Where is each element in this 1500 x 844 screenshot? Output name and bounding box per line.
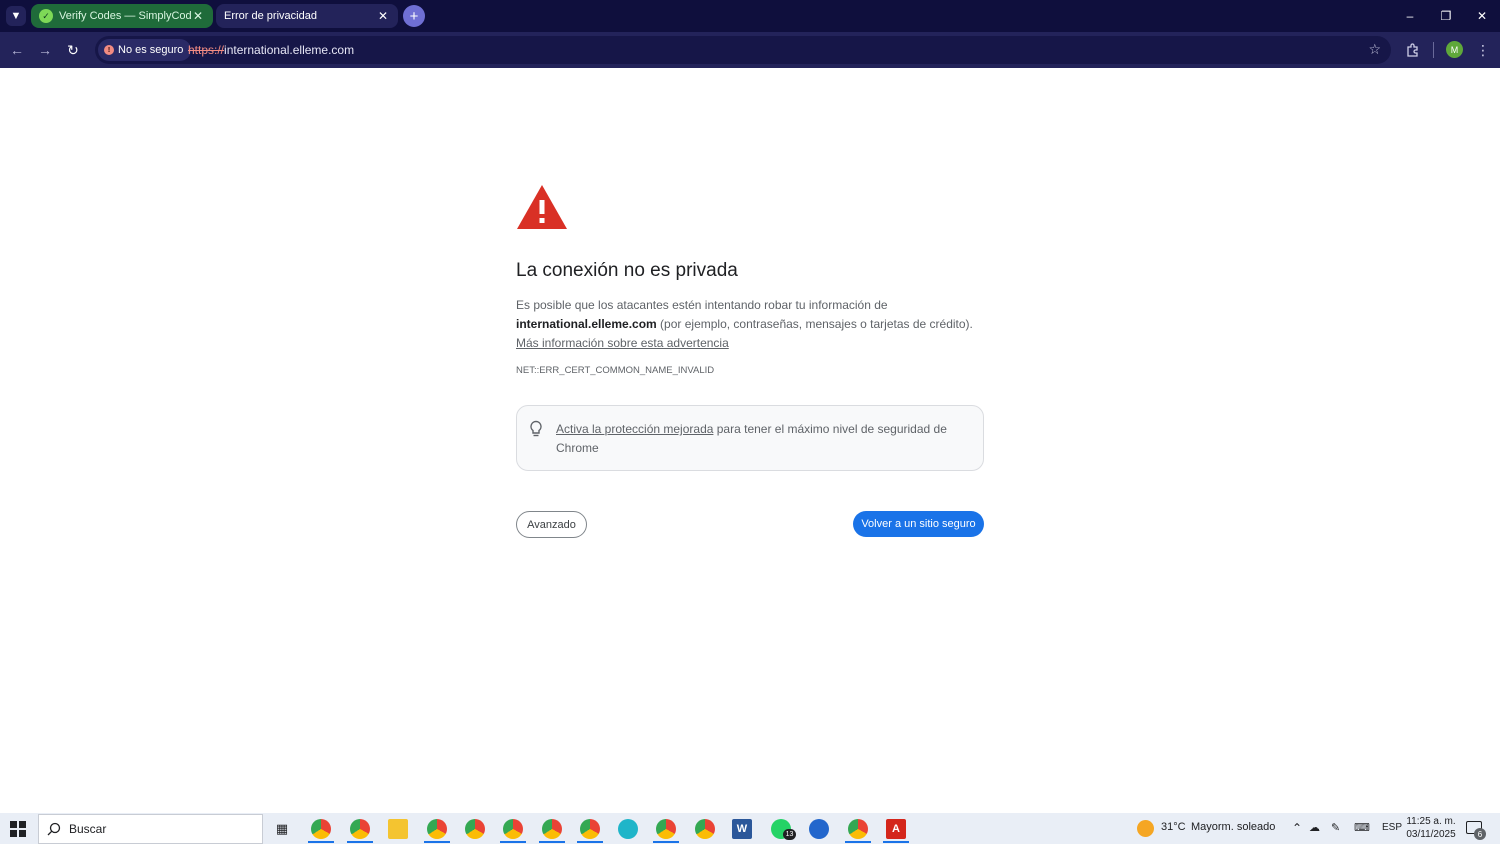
vpn-app-icon[interactable]: [809, 819, 829, 839]
taskbar-search-box[interactable]: Buscar: [38, 814, 263, 844]
url-host: international.elleme.com: [224, 43, 355, 57]
whatsapp-badge: 13: [783, 829, 796, 840]
close-window-icon[interactable]: ✕: [1472, 6, 1492, 26]
edge-icon[interactable]: [618, 819, 638, 839]
task-view-icon[interactable]: ▦: [272, 819, 292, 839]
desc-host: international.elleme.com: [516, 317, 657, 331]
tab-strip: ▼ ✓ Verify Codes — SimplyCodes ✕ Error d…: [0, 0, 1500, 32]
chrome-profile-icon[interactable]: [580, 819, 600, 839]
pen-icon[interactable]: ✎: [1331, 821, 1340, 834]
security-chip[interactable]: ! No es seguro: [98, 39, 192, 61]
search-placeholder: Buscar: [69, 822, 107, 836]
chrome-profile-icon[interactable]: [503, 819, 523, 839]
new-tab-button[interactable]: +: [403, 5, 425, 27]
forward-button[interactable]: →: [35, 40, 55, 60]
warning-triangle-icon: [517, 185, 567, 229]
word-icon[interactable]: W: [732, 819, 752, 839]
running-indicator: [347, 841, 373, 843]
enhanced-protection-panel: Activa la protección mejorada para tener…: [516, 405, 984, 471]
restore-icon[interactable]: ❐: [1436, 6, 1456, 26]
back-to-safety-button[interactable]: Volver a un sitio seguro: [853, 511, 984, 537]
taskbar-clock[interactable]: 11:25 a. m. 03/11/2025: [1404, 815, 1458, 841]
minimize-icon[interactable]: –: [1400, 6, 1420, 26]
tab-simplycodes[interactable]: ✓ Verify Codes — SimplyCodes ✕: [31, 4, 213, 28]
url-text[interactable]: https://international.elleme.com: [188, 43, 354, 57]
tab-search-button[interactable]: ▼: [6, 6, 26, 26]
reload-button[interactable]: ↻: [63, 40, 83, 60]
chrome-profile-icon[interactable]: [311, 819, 331, 839]
weather-temp[interactable]: 31°C: [1161, 821, 1186, 833]
running-indicator: [883, 841, 909, 843]
learn-more-link[interactable]: Más información sobre esta advertencia: [516, 336, 729, 350]
desc-text: Es posible que los atacantes estén inten…: [516, 298, 888, 312]
tab-privacy-error[interactable]: Error de privacidad ✕: [216, 4, 398, 28]
running-indicator: [539, 841, 565, 843]
tab-title: Error de privacidad: [224, 10, 317, 22]
error-code: NET::ERR_CERT_COMMON_NAME_INVALID: [516, 365, 715, 376]
chevron-up-icon[interactable]: ⌃: [1292, 821, 1302, 835]
simplycodes-check-icon: ✓: [39, 9, 53, 23]
page-title: La conexión no es privada: [516, 260, 738, 281]
chrome-icon[interactable]: [465, 819, 485, 839]
running-indicator: [500, 841, 526, 843]
file-explorer-icon[interactable]: [388, 819, 408, 839]
enhanced-protection-link[interactable]: Activa la protección mejorada: [556, 422, 713, 436]
warning-description: Es posible que los atacantes estén inten…: [516, 296, 986, 353]
language-indicator[interactable]: ESP: [1382, 822, 1402, 833]
chrome-profile-icon[interactable]: [542, 819, 562, 839]
chrome-profile-icon[interactable]: [695, 819, 715, 839]
tab-title: Verify Codes — SimplyCodes: [59, 10, 191, 22]
keyboard-icon[interactable]: ⌨: [1354, 821, 1370, 834]
chrome-profile-icon[interactable]: [350, 819, 370, 839]
notification-count: 6: [1474, 828, 1486, 840]
close-tab-icon[interactable]: ✕: [191, 9, 205, 23]
extensions-icon[interactable]: [1403, 40, 1423, 60]
browser-toolbar: ← → ↻ ! No es seguro https://internation…: [0, 32, 1500, 68]
bookmark-star-icon[interactable]: ☆: [1368, 41, 1381, 58]
desc-text-2: (por ejemplo, contraseñas, mensajes o ta…: [656, 317, 973, 331]
running-indicator: [845, 841, 871, 843]
close-tab-icon[interactable]: ✕: [376, 9, 390, 23]
search-icon: [47, 822, 61, 836]
running-indicator: [424, 841, 450, 843]
back-button[interactable]: ←: [7, 40, 27, 60]
onedrive-cloud-icon[interactable]: ☁: [1309, 821, 1320, 834]
acrobat-icon[interactable]: A: [886, 819, 906, 839]
lightbulb-icon: [530, 420, 542, 437]
profile-avatar[interactable]: M: [1446, 41, 1463, 58]
menu-icon[interactable]: ⋮: [1473, 40, 1493, 60]
toolbar-divider: [1433, 42, 1434, 58]
windows-taskbar: Buscar ▦ W 13 A 31°C Mayorm. soleado ⌃ ☁…: [0, 813, 1500, 844]
chrome-profile-icon[interactable]: [427, 819, 447, 839]
running-indicator: [577, 841, 603, 843]
address-bar[interactable]: ! No es seguro https://international.ell…: [95, 36, 1391, 64]
advanced-button[interactable]: Avanzado: [516, 511, 587, 538]
enhanced-protection-text: Activa la protección mejorada para tener…: [556, 420, 966, 458]
interstitial-page: La conexión no es privada Es posible que…: [0, 68, 1500, 813]
not-secure-icon: !: [104, 45, 114, 55]
url-scheme: https://: [188, 43, 225, 57]
windows-start-icon[interactable]: [10, 821, 26, 837]
chrome-profile-icon[interactable]: [848, 819, 868, 839]
running-indicator: [308, 841, 334, 843]
clock-date: 03/11/2025: [1406, 829, 1456, 840]
security-chip-label: No es seguro: [118, 44, 184, 56]
running-indicator: [653, 841, 679, 843]
weather-description[interactable]: Mayorm. soleado: [1191, 821, 1275, 833]
weather-sun-icon[interactable]: [1137, 820, 1154, 837]
clock-time: 11:25 a. m.: [1406, 816, 1456, 827]
chrome-profile-icon[interactable]: [656, 819, 676, 839]
